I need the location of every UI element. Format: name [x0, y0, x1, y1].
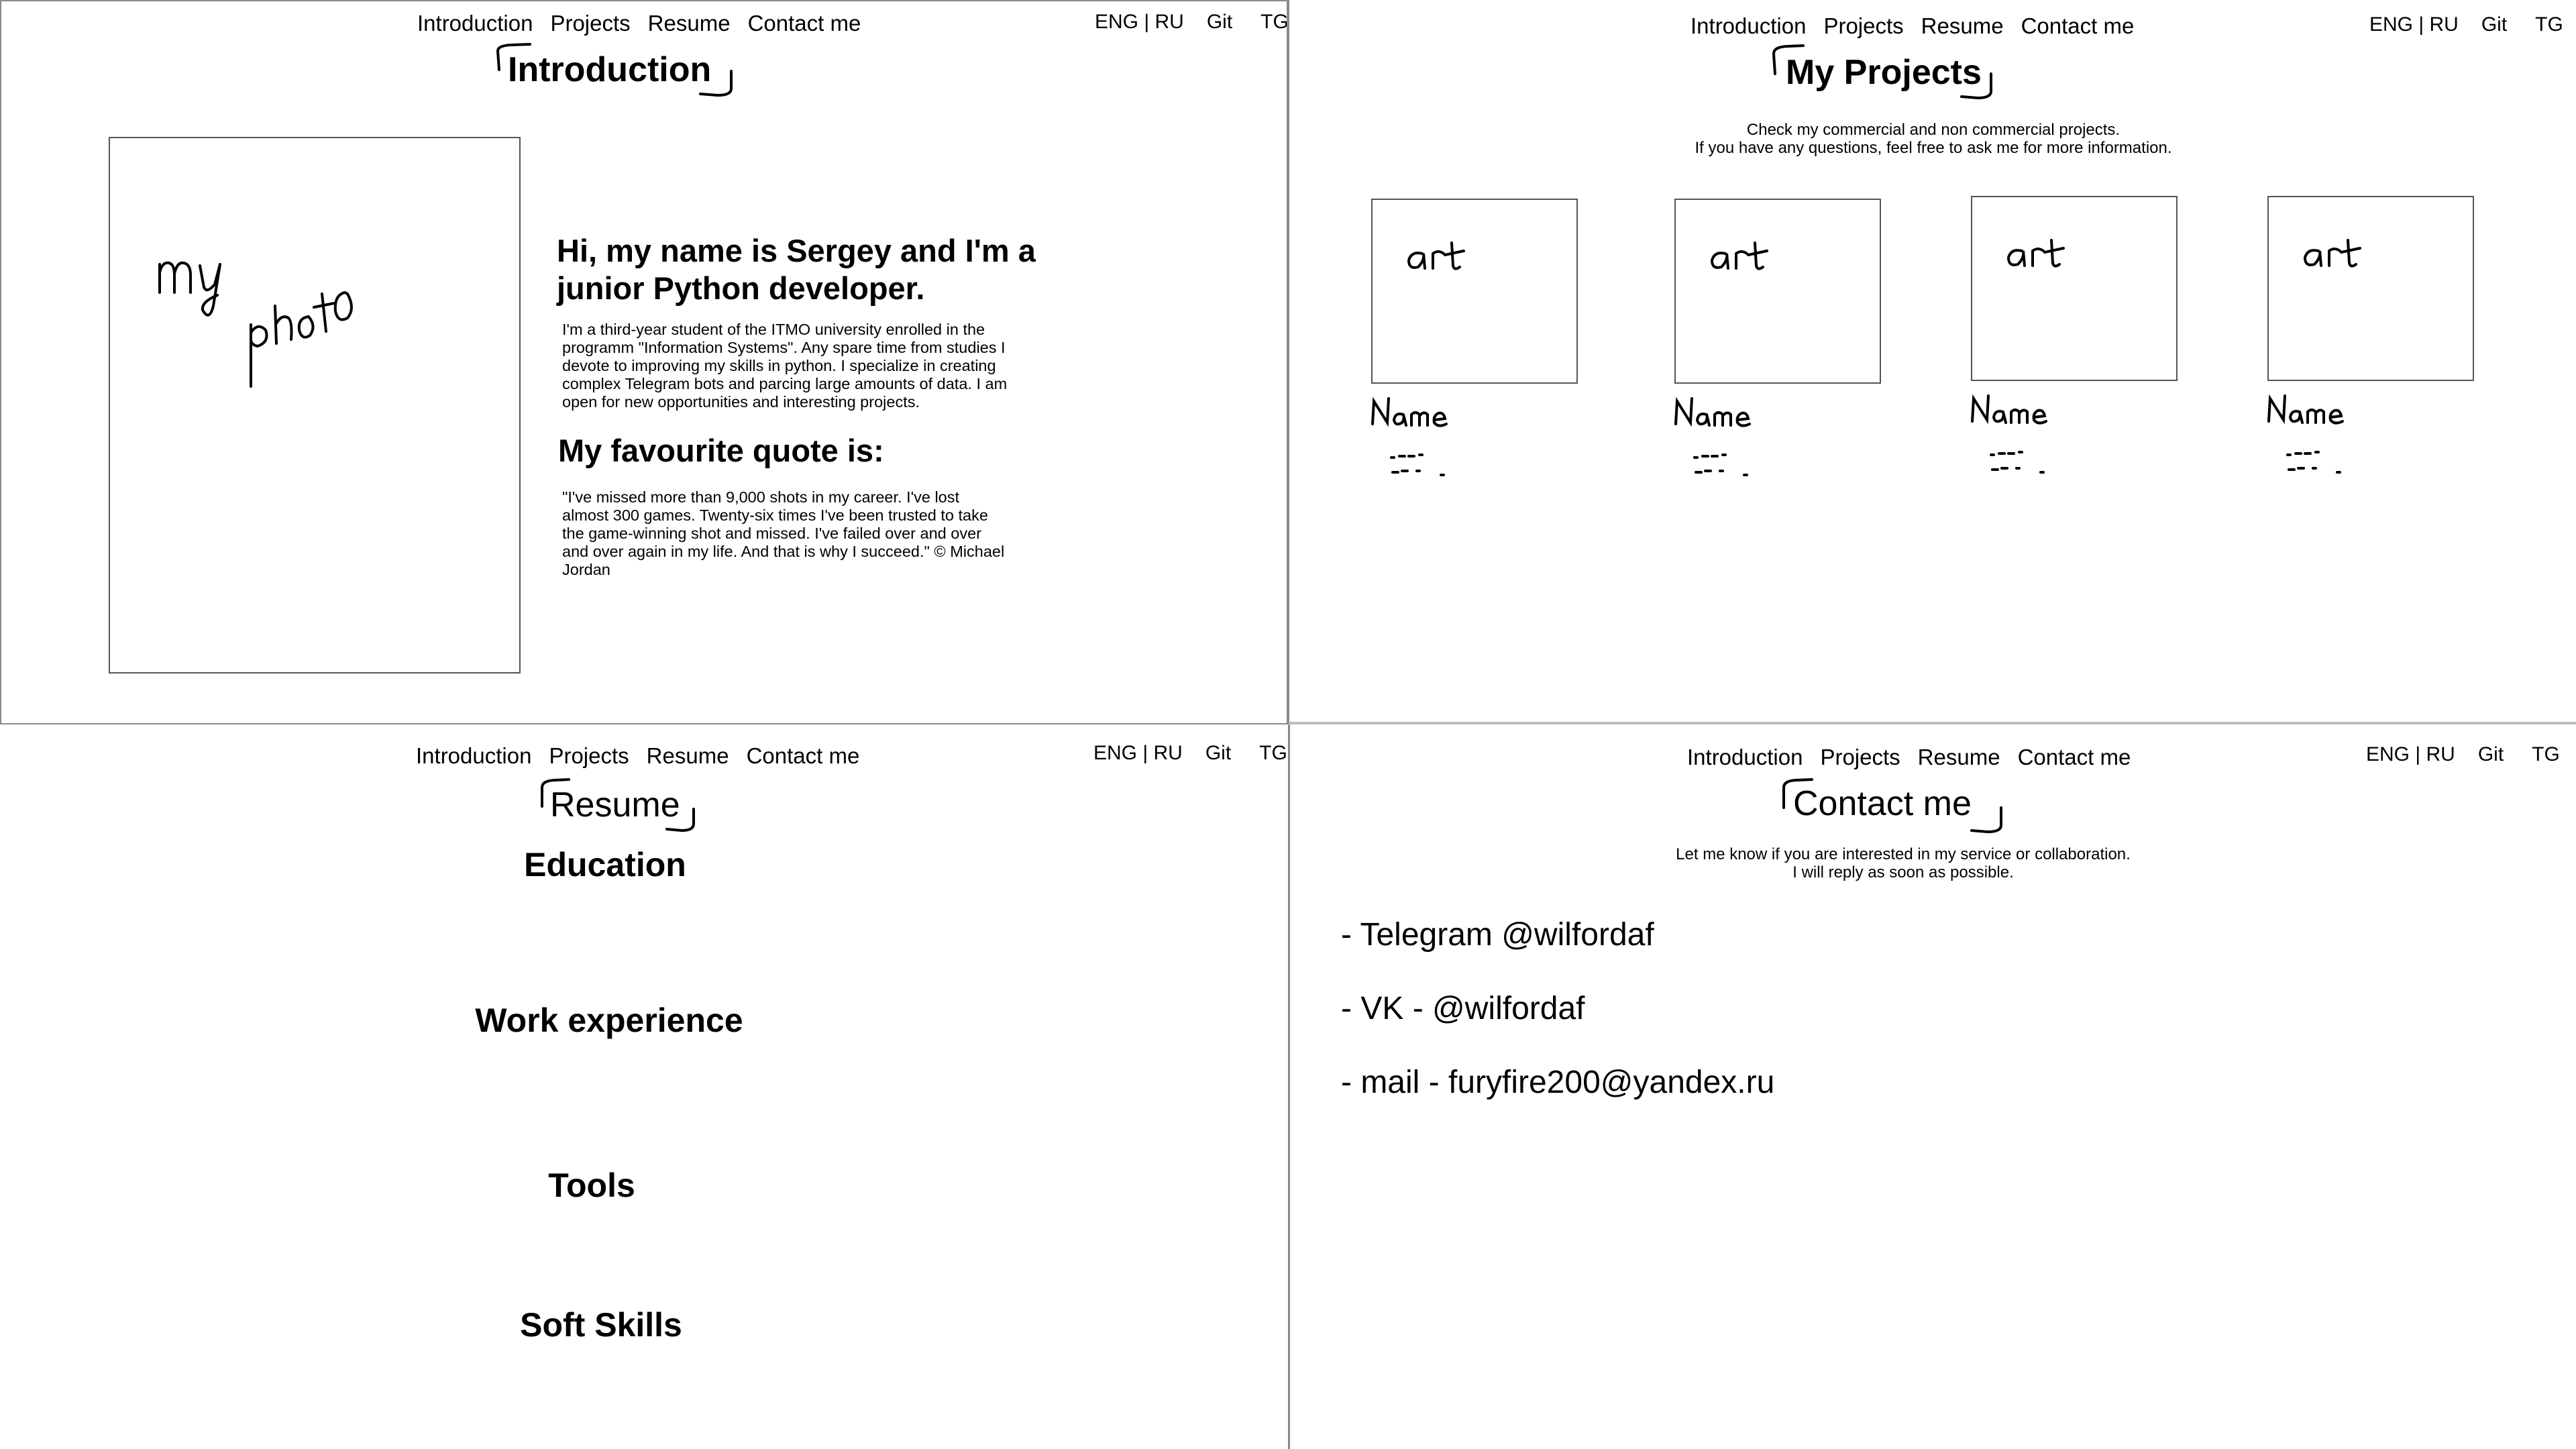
- title-bracket-decoration: [1782, 778, 2002, 834]
- telegram-link[interactable]: TG: [2532, 743, 2560, 766]
- nav-projects-link[interactable]: Projects: [549, 743, 629, 769]
- project-description-placeholder: [1990, 451, 2045, 474]
- title-bracket-decoration: [541, 778, 695, 833]
- project-description-placeholder: [2286, 451, 2341, 474]
- project-name-sketch: [1674, 396, 1751, 427]
- language-switch[interactable]: ENG | RU: [2366, 743, 2455, 766]
- about-paragraph: I'm a third-year student of the ITMO uni…: [562, 321, 1008, 411]
- nav-resume-link[interactable]: Resume: [1921, 13, 2004, 39]
- projects-subtitle-line-1: Check my commercial and non commercial p…: [1746, 121, 2121, 139]
- nav-introduction-link[interactable]: Introduction: [1690, 13, 1806, 39]
- project-name-sketch: [1971, 394, 2047, 425]
- art-sketch: [2006, 239, 2065, 268]
- art-sketch: [1407, 241, 1465, 270]
- nav-introduction-link[interactable]: Introduction: [1687, 745, 1803, 770]
- contact-email-link[interactable]: - mail - furyfire200@yandex.ru: [1341, 1064, 1774, 1101]
- favourite-quote: "I've missed more than 9,000 shots in my…: [562, 488, 1005, 578]
- project-name-sketch: [1371, 396, 1448, 427]
- project-description-placeholder: [1390, 453, 1445, 476]
- title-bracket-decoration: [1772, 44, 1992, 100]
- project-description-placeholder: [1693, 453, 1748, 476]
- git-link[interactable]: Git: [1205, 742, 1231, 765]
- quote-heading: My favourite quote is:: [558, 433, 884, 468]
- contact-subtitle-line-2: I will reply as soon as possible.: [1792, 863, 2014, 881]
- utility-links: ENG | RU Git TG: [1093, 742, 1287, 765]
- language-switch[interactable]: ENG | RU: [1095, 11, 1184, 34]
- projects-subtitle-line-2: If you have any questions, feel free to …: [1695, 139, 2172, 157]
- introduction-panel: Introduction Projects Resume Contact me …: [0, 0, 1288, 724]
- nav-contact-link[interactable]: Contact me: [747, 743, 860, 769]
- contact-subtitle: Let me know if you are interested in my …: [1501, 845, 2306, 881]
- contact-vk-link[interactable]: - VK - @wilfordaf: [1341, 990, 1585, 1027]
- top-nav: Introduction Projects Resume Contact me: [1687, 745, 2131, 770]
- nav-projects-link[interactable]: Projects: [550, 11, 630, 36]
- work-experience-heading: Work experience: [475, 1002, 743, 1039]
- project-art-placeholder: [1674, 199, 1881, 384]
- project-name-sketch: [2267, 394, 2344, 425]
- nav-contact-link[interactable]: Contact me: [2021, 13, 2135, 39]
- git-link[interactable]: Git: [2481, 13, 2507, 36]
- contact-subtitle-line-1: Let me know if you are interested in my …: [1676, 845, 2131, 863]
- photo-placeholder-sketch: [158, 261, 353, 388]
- telegram-link[interactable]: TG: [1260, 11, 1287, 34]
- top-nav: Introduction Projects Resume Contact me: [417, 11, 861, 36]
- nav-introduction-link[interactable]: Introduction: [416, 743, 531, 769]
- language-switch[interactable]: ENG | RU: [2369, 13, 2459, 36]
- telegram-link[interactable]: TG: [1259, 742, 1287, 765]
- git-link[interactable]: Git: [1207, 11, 1232, 34]
- utility-links: ENG | RU Git TG: [2366, 743, 2560, 766]
- education-heading: Education: [524, 846, 686, 883]
- title-bracket-decoration: [496, 43, 733, 97]
- project-art-placeholder: [1971, 196, 2178, 381]
- art-sketch: [1710, 241, 1768, 270]
- tools-heading: Tools: [548, 1167, 635, 1204]
- language-switch[interactable]: ENG | RU: [1093, 742, 1183, 765]
- soft-skills-heading: Soft Skills: [520, 1306, 682, 1344]
- greeting-heading: Hi, my name is Sergey and I'm a junior P…: [557, 233, 1036, 306]
- contact-panel: Introduction Projects Resume Contact me …: [1288, 724, 2576, 1449]
- nav-resume-link[interactable]: Resume: [647, 743, 729, 769]
- telegram-link[interactable]: TG: [2535, 13, 2563, 36]
- project-art-placeholder: [2267, 196, 2474, 381]
- projects-panel: Introduction Projects Resume Contact me …: [1288, 0, 2576, 724]
- contact-telegram-link[interactable]: - Telegram @wilfordaf: [1341, 916, 1654, 953]
- nav-introduction-link[interactable]: Introduction: [417, 11, 533, 36]
- nav-contact-link[interactable]: Contact me: [2018, 745, 2131, 770]
- nav-contact-link[interactable]: Contact me: [748, 11, 861, 36]
- utility-links: ENG | RU Git TG: [2369, 13, 2563, 36]
- profile-photo-placeholder: [109, 137, 521, 674]
- top-nav: Introduction Projects Resume Contact me: [1690, 13, 2134, 39]
- project-art-placeholder: [1371, 199, 1578, 384]
- utility-links: ENG | RU Git TG: [1095, 11, 1287, 34]
- nav-resume-link[interactable]: Resume: [1918, 745, 2000, 770]
- nav-projects-link[interactable]: Projects: [1820, 745, 1900, 770]
- top-nav: Introduction Projects Resume Contact me: [416, 743, 859, 769]
- art-sketch: [2303, 239, 2361, 268]
- nav-projects-link[interactable]: Projects: [1823, 13, 1903, 39]
- nav-resume-link[interactable]: Resume: [648, 11, 731, 36]
- projects-subtitle: Check my commercial and non commercial p…: [1531, 121, 2336, 157]
- git-link[interactable]: Git: [2478, 743, 2504, 766]
- resume-panel: Introduction Projects Resume Contact me …: [0, 724, 1288, 1449]
